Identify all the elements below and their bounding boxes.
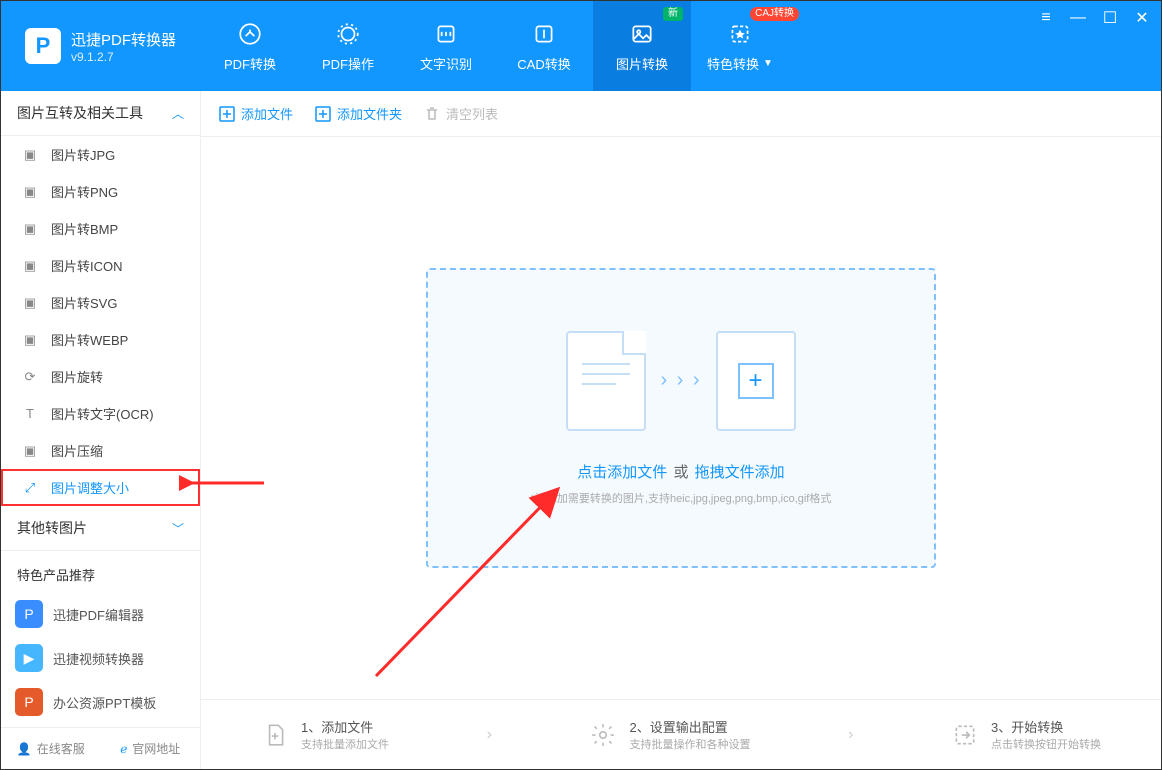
sidebar-item-bmp[interactable]: ▣图片转BMP [1,210,200,247]
sidebar-item-icon[interactable]: ▣图片转ICON [1,247,200,284]
window-controls: ≡ ― ☐ ✕ [1037,9,1151,27]
sidebar-footer: 👤在线客服 ℯ官网地址 [1,727,200,769]
gear-icon [589,721,617,749]
chevron-down-icon: ▼ [763,58,773,69]
chevron-right-icon: › [487,726,492,744]
image-icon: ▣ [21,294,39,312]
app-logo-icon: P [25,28,61,64]
sidebar-item-webp[interactable]: ▣图片转WEBP [1,321,200,358]
menu-button[interactable]: ≡ [1037,9,1055,27]
image-icon: ▣ [21,331,39,349]
toolbar: 添加文件 添加文件夹 清空列表 [201,91,1161,137]
text-icon: T [21,405,39,423]
close-button[interactable]: ✕ [1133,9,1151,27]
ppt-icon: P [15,688,43,716]
plus-box-icon [219,106,235,122]
arrows-icon: › › › [660,369,701,392]
nav-tab-cad[interactable]: CAD转换 [495,1,593,91]
clear-list-button[interactable]: 清空列表 [424,104,498,123]
globe-icon: ℯ [120,742,127,756]
app-header: P 迅捷PDF转换器 v9.1.2.7 PDF转换 PDF操作 文字识别 CAD… [1,1,1161,91]
cad-icon [530,20,558,48]
pdf-convert-icon [236,20,264,48]
sidebar-section-other[interactable]: 其他转图片 ﹀ [1,506,200,551]
badge-caj: CAJ转换 [750,7,799,21]
nav-tabs: PDF转换 PDF操作 文字识别 CAD转换 新 图片转换 CAJ转换 特色转换… [201,1,789,91]
special-icon [726,20,754,48]
badge-new: 新 [663,7,683,21]
file-plus-icon [261,721,289,749]
image-icon: ▣ [21,146,39,164]
step-1: 1、添加文件支持批量添加文件 [261,717,389,752]
sidebar-section-image-tools[interactable]: 图片互转及相关工具 ︿ [1,91,200,136]
sidebar-item-jpg[interactable]: ▣图片转JPG [1,136,200,173]
sidebar-item-compress[interactable]: ▣图片压缩 [1,432,200,469]
nav-tab-pdf-convert[interactable]: PDF转换 [201,1,299,91]
resize-icon: ⤢ [21,479,39,497]
steps-bar: 1、添加文件支持批量添加文件 › 2、设置输出配置支持批量操作和各种设置 › 3… [201,699,1161,769]
image-icon: ▣ [21,220,39,238]
drop-area[interactable]: › › › + 点击添加文件 或 拖拽文件添加 *请添加需要转换的图片,支持he… [426,268,936,568]
support-link[interactable]: 👤在线客服 [1,728,101,769]
promo-pdf-editor[interactable]: P迅捷PDF编辑器 [1,592,200,636]
app-version: v9.1.2.7 [71,50,176,64]
image-icon [628,20,656,48]
add-folder-button[interactable]: 添加文件夹 [315,104,402,123]
nav-tab-special[interactable]: CAJ转换 特色转换▼ [691,1,789,91]
promo-ppt-template[interactable]: P办公资源PPT模板 [1,680,200,724]
pdf-editor-icon: P [15,600,43,628]
add-file-button[interactable]: 添加文件 [219,104,293,123]
image-icon: ▣ [21,183,39,201]
logo-area: P 迅捷PDF转换器 v9.1.2.7 [1,28,201,64]
trash-icon [424,106,440,122]
sidebar-item-resize[interactable]: ⤢图片调整大小 [1,469,200,506]
nav-tab-image[interactable]: 新 图片转换 [593,1,691,91]
rotate-icon: ⟳ [21,368,39,386]
drop-illustration: › › › + [566,331,795,431]
sidebar-item-ocr[interactable]: T图片转文字(OCR) [1,395,200,432]
promo-title: 特色产品推荐 [1,551,200,592]
minimize-button[interactable]: ― [1069,9,1087,27]
pdf-operate-icon [334,20,362,48]
chevron-down-icon: ﹀ [172,520,184,537]
sidebar: 图片互转及相关工具 ︿ ▣图片转JPG ▣图片转PNG ▣图片转BMP ▣图片转… [1,91,201,769]
chevron-up-icon: ︿ [172,105,184,122]
drag-add-link[interactable]: 拖拽文件添加 [695,464,785,481]
promo-video-converter[interactable]: ▶迅捷视频转换器 [1,636,200,680]
ocr-icon [432,20,460,48]
document-icon [566,331,646,431]
sidebar-item-svg[interactable]: ▣图片转SVG [1,284,200,321]
video-icon: ▶ [15,644,43,672]
main-panel: 添加文件 添加文件夹 清空列表 › › › + 点击添加文件 或 拖拽文件添加 … [201,91,1161,769]
sidebar-item-rotate[interactable]: ⟳图片旋转 [1,358,200,395]
support-icon: 👤 [17,742,32,756]
site-link[interactable]: ℯ官网地址 [101,728,201,769]
nav-tab-ocr[interactable]: 文字识别 [397,1,495,91]
click-add-link[interactable]: 点击添加文件 [577,464,667,481]
image-icon: ▣ [21,257,39,275]
sidebar-item-png[interactable]: ▣图片转PNG [1,173,200,210]
compress-icon: ▣ [21,442,39,460]
chevron-right-icon: › [848,726,853,744]
maximize-button[interactable]: ☐ [1101,9,1119,27]
step-3: 3、开始转换点击转换按钮开始转换 [951,717,1101,752]
convert-icon [951,721,979,749]
nav-tab-pdf-operate[interactable]: PDF操作 [299,1,397,91]
app-title: 迅捷PDF转换器 [71,29,176,50]
add-target-icon: + [716,331,796,431]
drop-hint: *请添加需要转换的图片,支持heic,jpg,jpeg,png,bmp,ico,… [531,490,832,506]
drop-text: 点击添加文件 或 拖拽文件添加 [577,461,784,482]
plus-folder-icon [315,106,331,122]
step-2: 2、设置输出配置支持批量操作和各种设置 [589,717,750,752]
